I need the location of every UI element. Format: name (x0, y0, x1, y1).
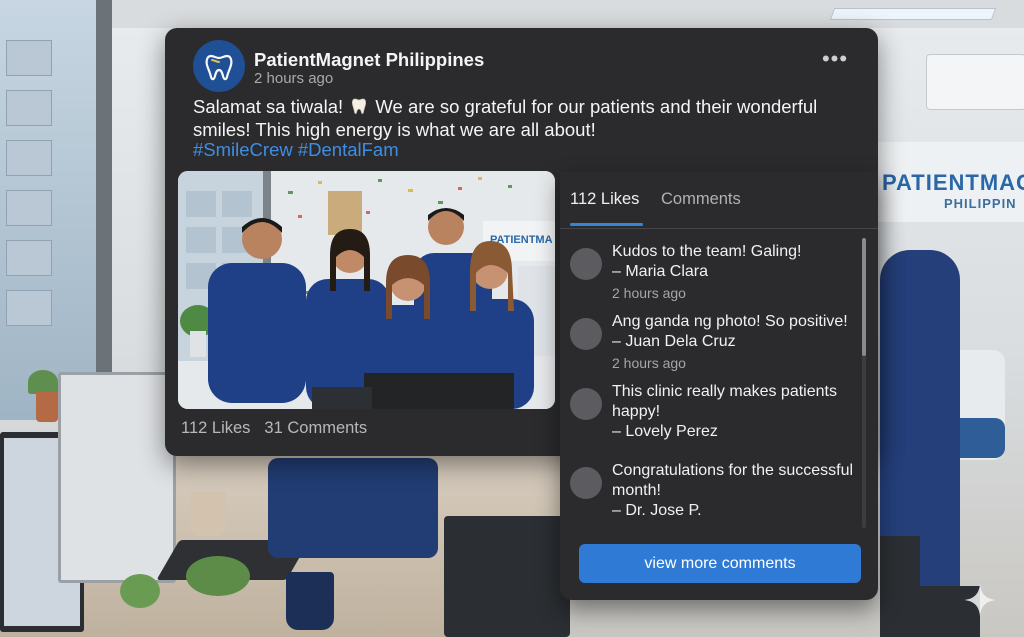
hashtag-link[interactable]: #SmileCrew (193, 139, 293, 160)
commenter-avatar[interactable] (570, 248, 602, 280)
blue-mug (286, 572, 334, 630)
comment-text: Congratulations for the successful month… (612, 462, 854, 499)
comment-text: This clinic really makes patients happy! (612, 383, 837, 420)
likes-count[interactable]: 112 Likes (181, 419, 250, 437)
panel-tabs: 112 Likes Comments (560, 172, 878, 229)
staff-member-back (268, 458, 438, 558)
more-options-button[interactable]: ••• (819, 48, 851, 72)
comment-author[interactable]: – Lovely Perez (612, 422, 718, 442)
air-conditioner (926, 54, 1024, 110)
brand-sign-line1: PATIENTMAG (882, 170, 1024, 195)
tooth-emoji-icon (350, 97, 368, 119)
tab-comments[interactable]: Comments (661, 190, 741, 209)
comment-text: Kudos to the team! Galing! (612, 243, 802, 260)
post-text-part1: Salamat sa tiwala! (193, 96, 344, 117)
comments-panel: 112 Likes Comments Kudos to the team! Ga… (560, 172, 878, 600)
desk-monitor-right (880, 536, 920, 586)
desk-monitor (58, 372, 176, 583)
plant-pot (36, 392, 58, 422)
view-more-comments-button[interactable]: view more comments (579, 544, 861, 583)
team-photo[interactable]: PATIENTMA (178, 171, 555, 409)
team-photo-illustration: PATIENTMA (178, 171, 555, 409)
comment-time: 2 hours ago (612, 285, 686, 301)
commenter-avatar[interactable] (570, 318, 602, 350)
comment-text: Ang ganda ng photo! So positive! (612, 313, 848, 330)
scrollbar-thumb[interactable] (862, 238, 866, 356)
comment-author[interactable]: – Dr. Jose P. (612, 501, 702, 521)
tooth-logo-icon (205, 54, 233, 81)
comment-scrollbar[interactable] (862, 238, 866, 528)
page-name[interactable]: PatientMagnet Philippines (254, 49, 484, 71)
coffee-mug (190, 492, 226, 536)
comment-list[interactable]: Kudos to the team! Galing! – Maria Clara… (560, 234, 860, 530)
post-timestamp: 2 hours ago (254, 70, 334, 87)
post-text: Salamat sa tiwala! We are so grateful fo… (193, 96, 833, 140)
potted-plant (28, 370, 58, 394)
comment-item: This clinic really makes patients happy!… (570, 382, 858, 446)
hashtag-link[interactable]: #DentalFam (298, 139, 399, 160)
desk-monitor-center (444, 516, 570, 637)
comment-time: 2 hours ago (612, 355, 686, 371)
tab-likes[interactable]: 112 Likes (570, 190, 639, 209)
comments-count[interactable]: 31 Comments (264, 419, 367, 437)
comment-item: Congratulations for the successful month… (570, 461, 858, 525)
brand-sign-line2: PHILIPPIN (944, 196, 1017, 211)
commenter-avatar[interactable] (570, 388, 602, 420)
comment-author[interactable]: – Juan Dela Cruz (612, 332, 736, 352)
desk-plant (186, 556, 250, 596)
commenter-avatar[interactable] (570, 467, 602, 499)
comment-item: Ang ganda ng photo! So positive! – Juan … (570, 312, 858, 374)
post-stats: 112 Likes 31 Comments (181, 419, 367, 438)
active-tab-indicator (570, 223, 643, 226)
comment-item: Kudos to the team! Galing! – Maria Clara… (570, 242, 858, 304)
sparkle-icon (964, 584, 996, 616)
ceiling-light (829, 8, 997, 20)
clinic-brand-sign: PATIENTMAG PHILIPPIN (878, 142, 1024, 222)
page-avatar[interactable] (193, 40, 245, 92)
comment-author[interactable]: – Maria Clara (612, 262, 708, 282)
window-frame (96, 0, 112, 430)
desk-plant-small (120, 574, 160, 608)
post-hashtags: #SmileCrew #DentalFam (193, 139, 399, 161)
